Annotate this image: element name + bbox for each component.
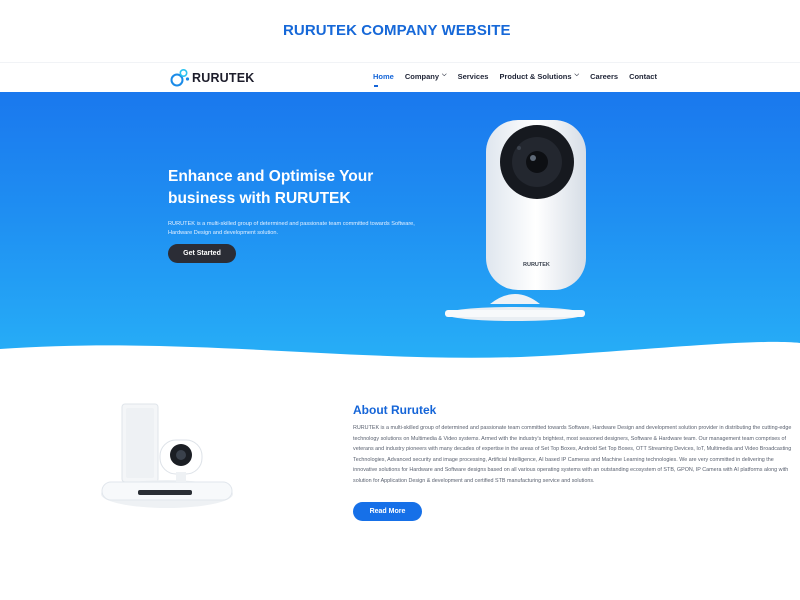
nav-company-label: Company: [404, 72, 440, 81]
nav-product-solutions[interactable]: Product & Solutions ⌵: [499, 72, 579, 81]
navbar: RURUTEK Home Company ⌵ Services Product …: [0, 62, 800, 92]
about-description: RURUTEK is a multi-skilled group of dete…: [353, 425, 792, 484]
nav-careers-label: Careers: [590, 72, 619, 81]
hero-section: Enhance and Optimise Your business with …: [0, 92, 800, 367]
main-nav: Home Company ⌵ Services Product & Soluti…: [373, 72, 657, 87]
read-more-button[interactable]: Read More: [353, 502, 422, 521]
nav-company[interactable]: Company ⌵: [405, 72, 447, 81]
page: RURUTEK COMPANY WEBSITE RURUTEK Home Com…: [0, 0, 800, 600]
about-title: About Rurutek: [353, 403, 437, 417]
chevron-down-icon: ⌵: [442, 72, 447, 78]
nav-home[interactable]: Home: [373, 72, 394, 87]
chevron-down-icon: ⌵: [574, 72, 580, 78]
logo-mark-icon: [170, 68, 190, 87]
devices-image: [101, 403, 233, 508]
camera-brand-label: RURUTEK: [523, 262, 550, 268]
logo-text: RURUTEK: [192, 71, 255, 85]
page-caption: RURUTEK COMPANY WEBSITE: [283, 22, 511, 39]
nav-services[interactable]: Services: [458, 72, 489, 81]
hero-description: RURUTEK is a multi-skilled group of dete…: [168, 221, 415, 236]
nav-careers[interactable]: Careers: [590, 72, 618, 81]
ip-camera-image: [445, 120, 586, 321]
hero-title: Enhance and Optimise Your business with …: [168, 168, 374, 207]
nav-contact-label: Contact: [629, 72, 657, 81]
nav-contact[interactable]: Contact: [629, 72, 657, 81]
nav-home-label: Home: [373, 72, 394, 81]
logo[interactable]: RURUTEK: [170, 67, 255, 89]
nav-services-label: Services: [457, 72, 489, 81]
get-started-button[interactable]: Get Started: [168, 244, 236, 263]
nav-product-solutions-label: Product & Solutions: [499, 72, 572, 81]
hero-wave-divider: [0, 341, 800, 367]
